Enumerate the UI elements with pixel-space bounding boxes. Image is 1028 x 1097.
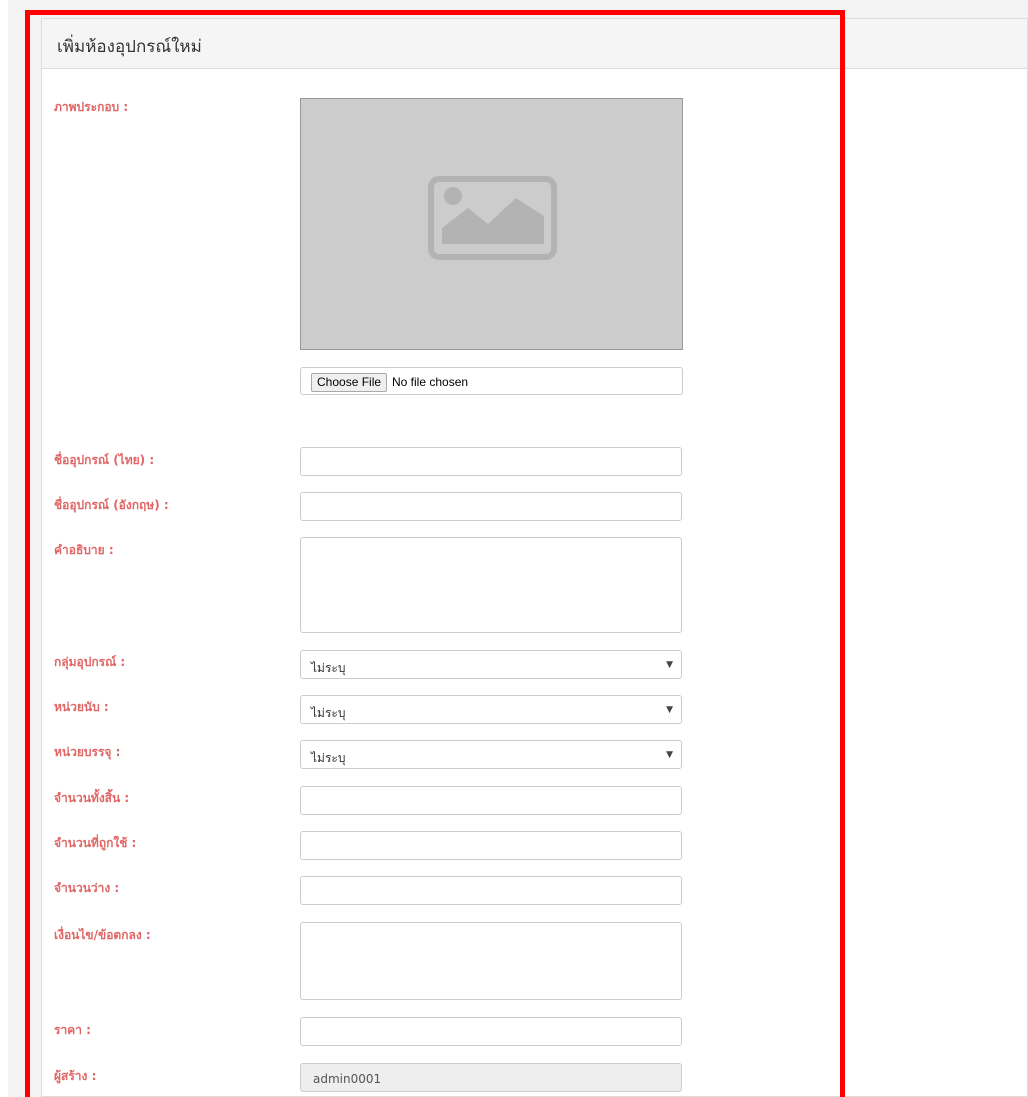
package-unit-selected: ไม่ระบุ — [311, 751, 346, 765]
group-select[interactable]: ไม่ระบุ ▼ — [300, 650, 682, 679]
name-th-input[interactable] — [300, 447, 682, 476]
dropdown-arrow-icon: ▼ — [666, 750, 673, 760]
image-label: ภาพประกอบ : — [54, 100, 129, 114]
used-label: จำนวนที่ถูกใช้ : — [54, 836, 137, 850]
name-en-label: ชื่ออุปกรณ์ (อังกฤษ) : — [54, 498, 169, 512]
unit-label: หน่วยนับ : — [54, 700, 109, 714]
name-en-input[interactable] — [300, 492, 682, 521]
package-unit-label: หน่วยบรรจุ : — [54, 745, 121, 759]
available-label: จำนวนว่าง : — [54, 881, 120, 895]
creator-label: ผู้สร้าง : — [54, 1069, 97, 1083]
creator-value: admin0001 — [313, 1072, 382, 1086]
available-input[interactable] — [300, 876, 682, 905]
dropdown-arrow-icon: ▼ — [666, 660, 673, 670]
unit-selected: ไม่ระบุ — [311, 706, 346, 720]
used-input[interactable] — [300, 831, 682, 860]
file-status: No file chosen — [392, 375, 469, 389]
name-th-label: ชื่ออุปกรณ์ (ไทย) : — [54, 453, 155, 467]
group-label: กลุ่มอุปกรณ์ : — [54, 655, 126, 669]
page-title: เพิ่มห้องอุปกรณ์ใหม่ — [57, 37, 202, 57]
unit-select[interactable]: ไม่ระบุ ▼ — [300, 695, 682, 724]
price-input[interactable] — [300, 1017, 682, 1046]
image-placeholder-icon — [428, 176, 557, 260]
group-selected: ไม่ระบุ — [311, 661, 346, 675]
file-input: Choose File No file chosen — [300, 367, 683, 395]
description-label: คำอธิบาย : — [54, 543, 114, 557]
price-label: ราคา : — [54, 1023, 91, 1037]
description-textarea[interactable] — [300, 537, 682, 633]
image-preview — [300, 98, 683, 350]
dropdown-arrow-icon: ▼ — [666, 705, 673, 715]
conditions-label: เงื่อนไข/ข้อตกลง : — [54, 928, 151, 942]
creator-field: admin0001 — [300, 1063, 682, 1092]
conditions-textarea[interactable] — [300, 922, 682, 1000]
package-unit-select[interactable]: ไม่ระบุ ▼ — [300, 740, 682, 769]
total-label: จำนวนทั้งสิ้น : — [54, 791, 130, 805]
total-input[interactable] — [300, 786, 682, 815]
choose-file-button[interactable]: Choose File — [311, 373, 388, 392]
panel-heading: เพิ่มห้องอุปกรณ์ใหม่ — [42, 19, 1027, 69]
